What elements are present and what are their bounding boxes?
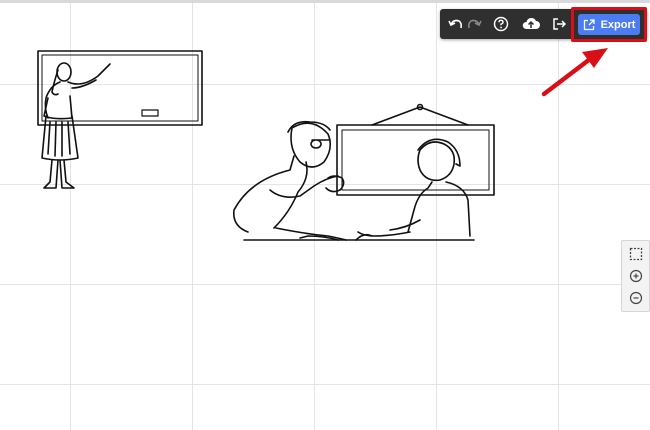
teacher-chalkboard-illustration [37,50,203,189]
export-highlight: Export [571,7,647,42]
zoom-out-icon[interactable] [627,289,644,306]
sign-out-icon[interactable] [550,15,568,33]
zoom-controls [621,240,650,312]
export-button[interactable]: Export [578,14,640,35]
conversation-illustration [232,103,495,241]
red-arrow-annotation [541,48,608,97]
external-link-icon [583,18,595,30]
redo-icon[interactable] [466,15,484,33]
upload-icon[interactable] [520,15,542,33]
undo-icon[interactable] [446,15,464,33]
zoom-in-icon[interactable] [627,267,644,284]
help-icon[interactable] [492,15,510,33]
fit-selection-icon[interactable] [627,245,644,262]
export-label: Export [600,18,636,31]
